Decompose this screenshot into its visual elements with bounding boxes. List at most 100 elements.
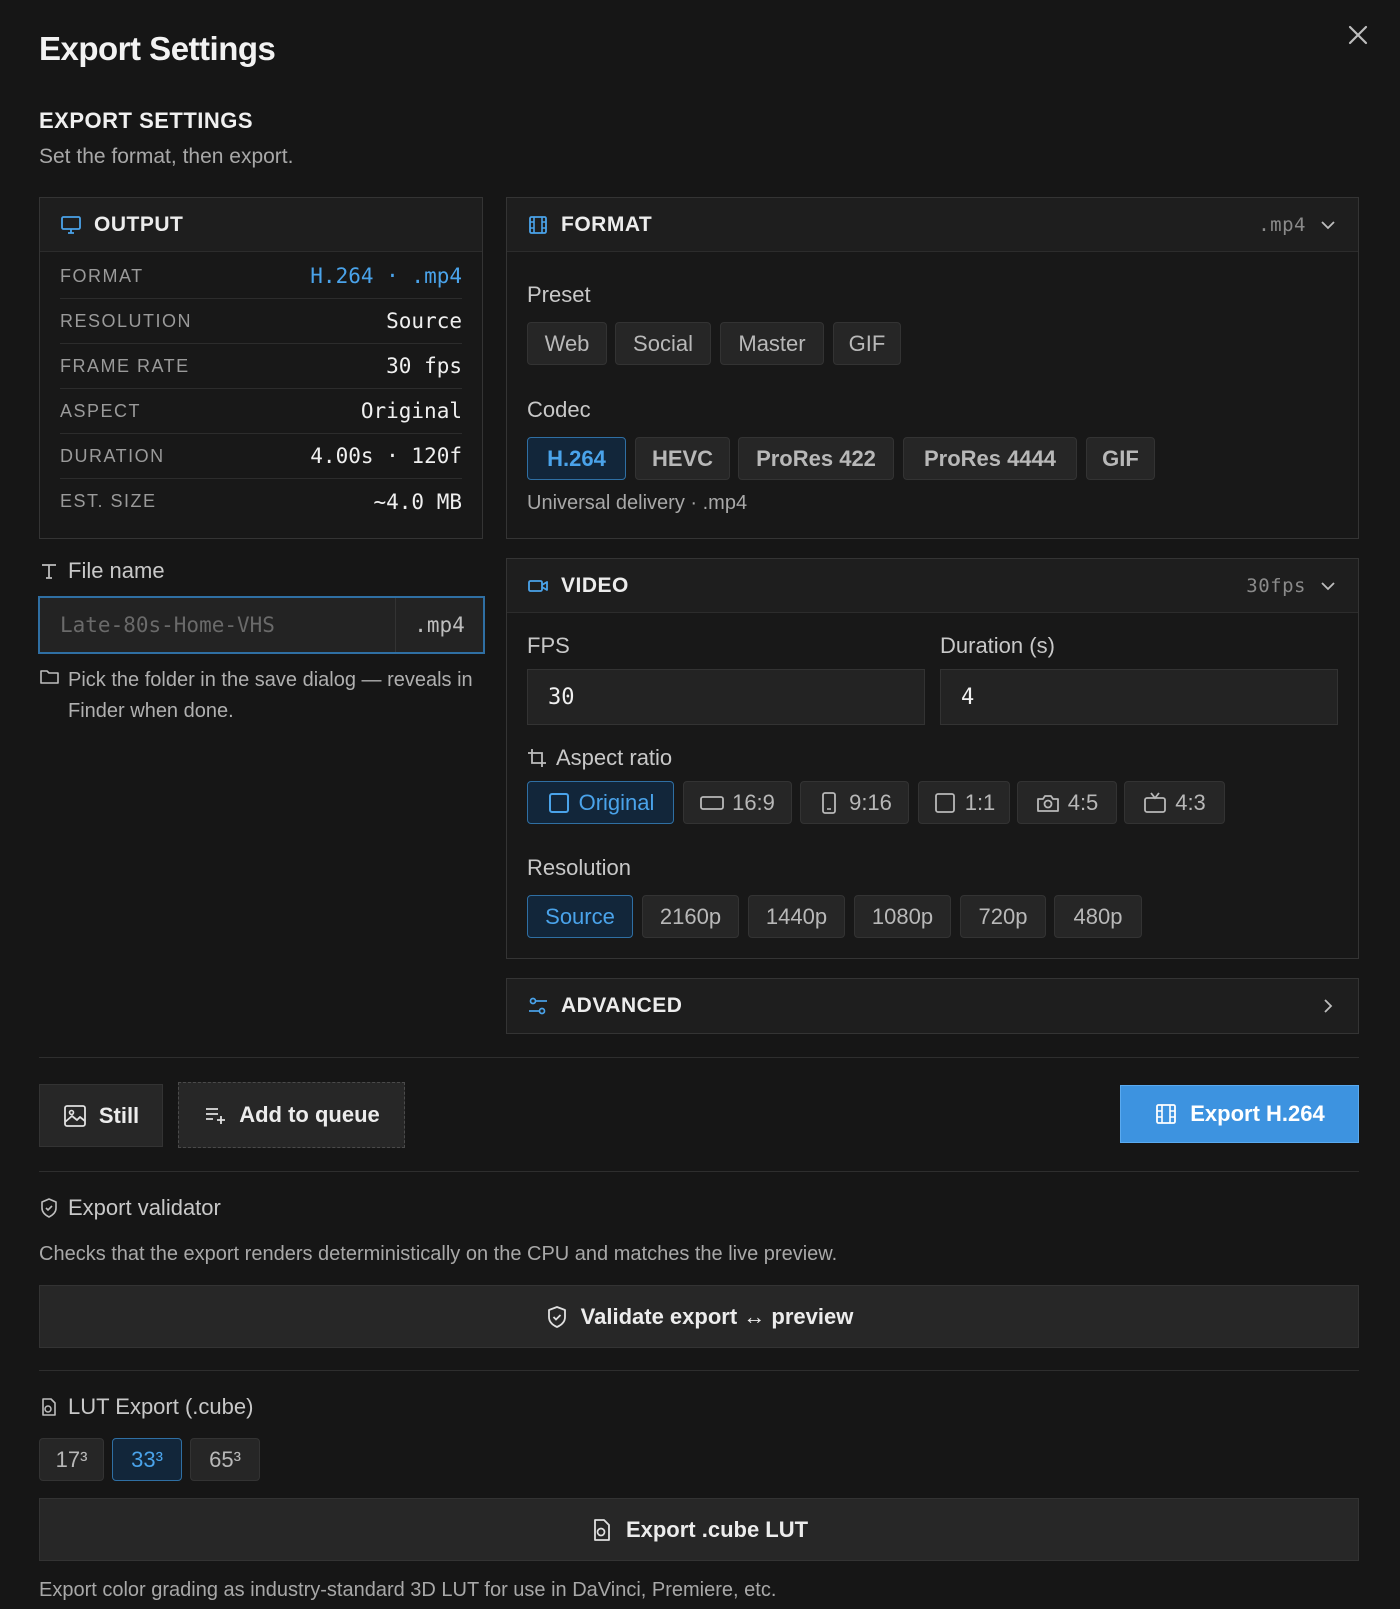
advanced-panel-header[interactable]: ADVANCED <box>507 979 1358 1033</box>
validator-title-text: Export validator <box>68 1195 221 1220</box>
folder-icon <box>39 667 60 687</box>
output-row-key: FRAME RATE <box>60 355 190 376</box>
output-row-est-size: EST. SIZE ~4.0 MB <box>60 479 462 524</box>
sliders-icon <box>527 995 549 1017</box>
duration-label: Duration (s) <box>940 633 1055 658</box>
output-row-value: H.264 · .mp4 <box>310 264 462 288</box>
aspect-4-5[interactable]: 4:5 <box>1017 781 1117 824</box>
video-panel-title: VIDEO <box>561 573 629 597</box>
add-to-queue-button[interactable]: Add to queue <box>178 1082 405 1148</box>
output-row-key: FORMAT <box>60 265 144 286</box>
preset-web[interactable]: Web <box>527 322 607 365</box>
shield-check-icon <box>39 1198 59 1218</box>
codec-hevc[interactable]: HEVC <box>635 437 730 480</box>
file-hint-text: Pick the folder in the save dialog — rev… <box>68 669 473 722</box>
camera-icon <box>1036 791 1060 815</box>
output-row-aspect: ASPECT Original <box>60 389 462 434</box>
landscape-rect-icon <box>700 791 724 815</box>
chevron-down-icon[interactable] <box>1318 576 1338 596</box>
chevron-right-icon[interactable] <box>1318 996 1338 1016</box>
preset-gif[interactable]: GIF <box>833 322 901 365</box>
codec-h264[interactable]: H.264 <box>527 437 626 480</box>
output-rows: FORMAT H.264 · .mp4 RESOLUTION Source FR… <box>40 252 482 538</box>
lut-note: Export color grading as industry-standar… <box>39 1579 777 1601</box>
lut-title: LUT Export (.cube) <box>39 1394 253 1420</box>
shield-check-icon <box>545 1305 569 1329</box>
video-camera-icon <box>527 575 549 597</box>
aspect-label: 16:9 <box>732 789 775 815</box>
chevron-down-icon[interactable] <box>1318 215 1338 235</box>
film-icon <box>527 214 549 236</box>
file-name-label-text: File name <box>68 558 165 583</box>
lut-size-33[interactable]: 33³ <box>112 1438 182 1481</box>
codec-prores-422[interactable]: ProRes 422 <box>738 437 894 480</box>
aspect-ratio-label: Aspect ratio <box>527 745 672 771</box>
file-code-icon <box>590 1518 614 1542</box>
divider <box>39 1171 1359 1172</box>
output-panel-title: OUTPUT <box>94 212 184 236</box>
list-plus-icon <box>203 1103 227 1127</box>
resolution-1080p[interactable]: 1080p <box>854 895 951 938</box>
codec-gif[interactable]: GIF <box>1086 437 1155 480</box>
aspect-label: 4:5 <box>1067 789 1099 815</box>
video-panel-header[interactable]: VIDEO 30fps <box>507 559 1358 613</box>
export-button-label: Export H.264 <box>1190 1101 1325 1126</box>
aspect-label: 4:3 <box>1175 789 1206 815</box>
file-code-icon <box>39 1397 59 1417</box>
output-row-format: FORMAT H.264 · .mp4 <box>60 254 462 299</box>
divider <box>39 1370 1359 1371</box>
resolution-source[interactable]: Source <box>527 895 633 938</box>
output-row-value: ~4.0 MB <box>373 489 462 514</box>
portrait-phone-icon <box>817 791 841 815</box>
aspect-label: Original <box>578 789 655 815</box>
aspect-4-3[interactable]: 4:3 <box>1124 781 1225 824</box>
file-name-input[interactable]: Late-80s-Home-VHS <box>40 613 395 637</box>
aspect-ratio-label-text: Aspect ratio <box>556 745 673 770</box>
format-panel-title: FORMAT <box>561 212 653 236</box>
still-button-label: Still <box>98 1102 140 1128</box>
aspect-original[interactable]: Original <box>527 781 674 824</box>
section-subtitle: Set the format, then export. <box>39 145 294 168</box>
aspect-16-9[interactable]: 16:9 <box>683 781 792 824</box>
preset-label: Preset <box>527 282 591 307</box>
preset-social[interactable]: Social <box>615 322 711 365</box>
aspect-9-16[interactable]: 9:16 <box>800 781 909 824</box>
resolution-label: Resolution <box>527 855 631 880</box>
output-row-value: Original <box>360 399 462 423</box>
validate-export-button[interactable]: Validate export ↔ preview <box>39 1285 1359 1348</box>
lut-size-65[interactable]: 65³ <box>190 1438 260 1481</box>
export-button[interactable]: Export H.264 <box>1120 1085 1359 1143</box>
format-panel-header[interactable]: FORMAT .mp4 <box>507 198 1358 252</box>
format-panel: FORMAT .mp4 Preset Web Social Master GIF… <box>506 197 1359 539</box>
square-icon <box>933 791 957 815</box>
fps-input[interactable]: 30 <box>527 669 925 725</box>
video-panel: VIDEO 30fps FPS 30 Duration (s) 4 Aspect… <box>506 558 1359 959</box>
format-summary: .mp4 <box>1258 213 1306 236</box>
advanced-panel-title: ADVANCED <box>561 994 683 1017</box>
file-hint: Pick the folder in the save dialog — rev… <box>39 665 489 727</box>
tv-icon <box>1143 791 1167 815</box>
aspect-1-1[interactable]: 1:1 <box>918 781 1010 824</box>
close-icon[interactable] <box>1345 22 1371 48</box>
lut-size-17[interactable]: 17³ <box>39 1438 104 1481</box>
file-name-field[interactable]: Late-80s-Home-VHS .mp4 <box>38 596 485 654</box>
output-row-key: DURATION <box>60 445 165 466</box>
advanced-panel[interactable]: ADVANCED <box>506 978 1359 1034</box>
monitor-icon <box>60 214 82 236</box>
export-lut-button[interactable]: Export .cube LUT <box>39 1498 1359 1561</box>
duration-input[interactable]: 4 <box>940 669 1338 725</box>
resolution-480p[interactable]: 480p <box>1054 895 1142 938</box>
preset-master[interactable]: Master <box>720 322 824 365</box>
lut-title-text: LUT Export (.cube) <box>68 1394 254 1419</box>
resolution-1440p[interactable]: 1440p <box>748 895 845 938</box>
codec-prores-4444[interactable]: ProRes 4444 <box>903 437 1077 480</box>
output-row-key: EST. SIZE <box>60 491 157 511</box>
dialog-title: Export Settings <box>39 30 276 67</box>
resolution-2160p[interactable]: 2160p <box>642 895 739 938</box>
text-type-icon <box>39 561 59 581</box>
crop-icon <box>527 748 547 768</box>
resolution-720p[interactable]: 720p <box>960 895 1046 938</box>
validator-title: Export validator <box>39 1195 221 1221</box>
still-button[interactable]: Still <box>39 1084 163 1147</box>
file-name-label: File name <box>39 558 165 584</box>
